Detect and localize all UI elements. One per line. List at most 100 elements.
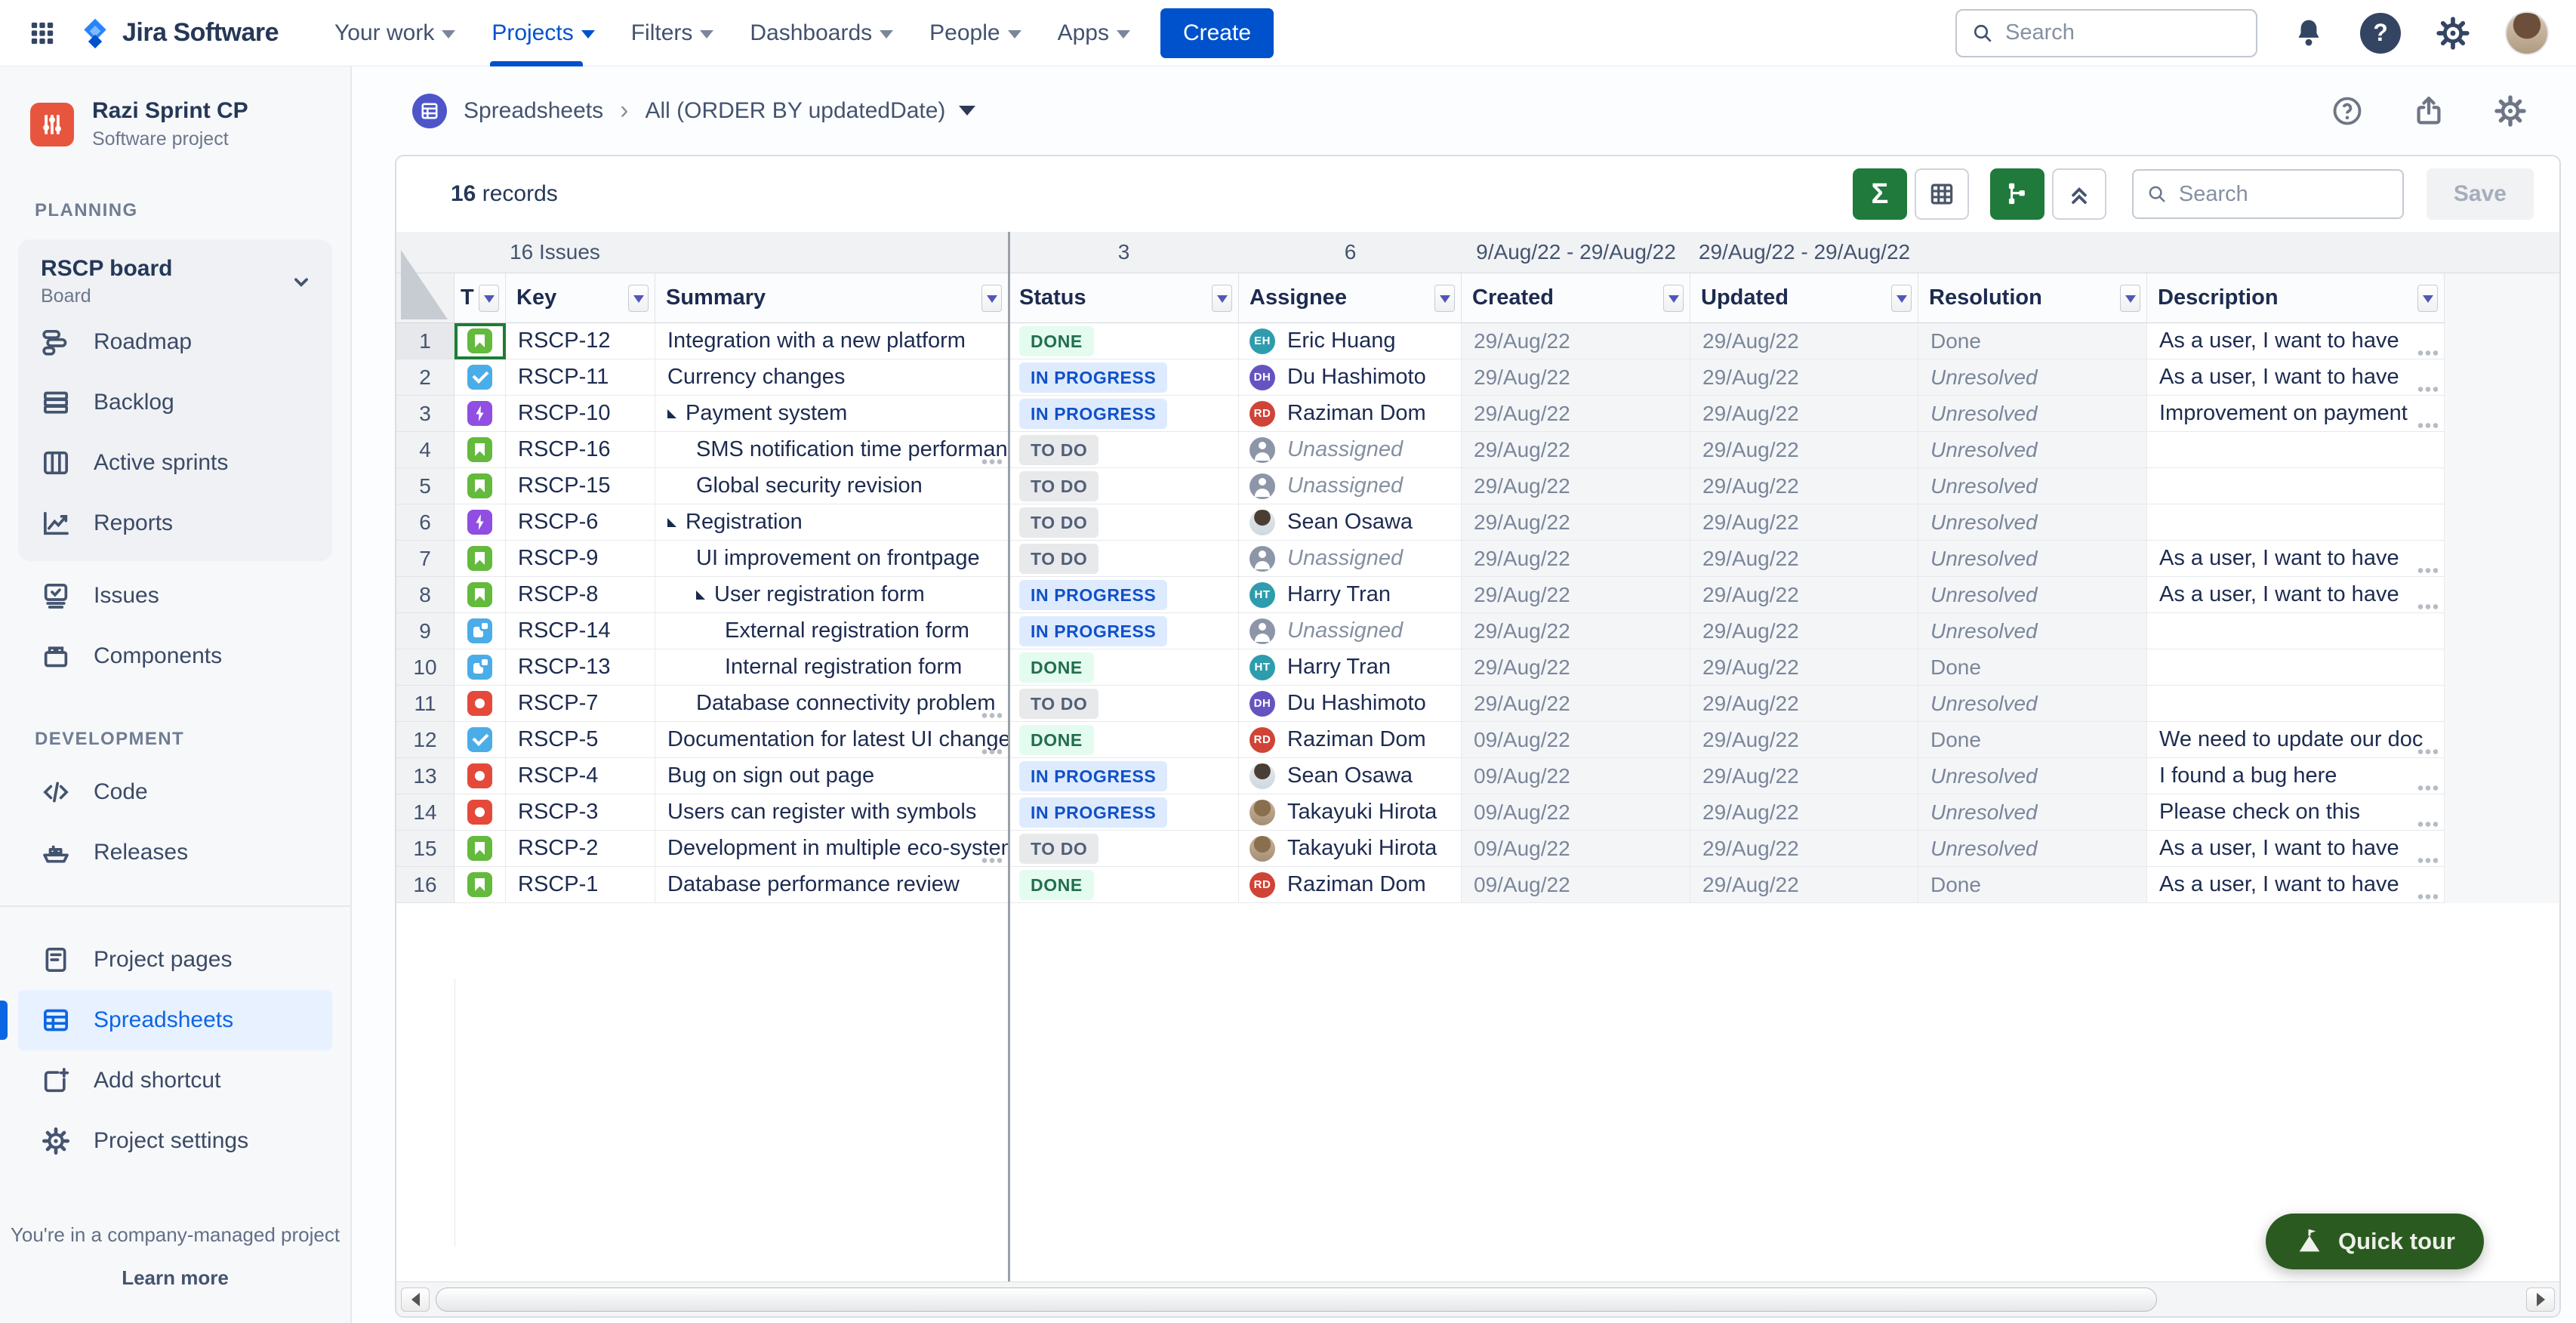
status-cell[interactable]: DONE [1009,722,1239,758]
created-cell[interactable]: 09/Aug/22 [1462,722,1690,758]
collapse-caret-icon[interactable] [667,409,676,418]
row-number-cell[interactable]: 14 [396,794,454,831]
type-cell[interactable] [454,396,506,432]
filter-dropdown-icon[interactable] [981,285,1002,312]
summary-cell[interactable]: UI improvement on frontpage [655,541,1009,577]
key-cell[interactable]: RSCP-3 [506,794,655,831]
description-cell[interactable]: As a user, I want to have [2147,577,2445,613]
status-cell[interactable]: DONE [1009,323,1239,359]
description-cell[interactable]: As a user, I want to have [2147,359,2445,396]
sheet-settings-gear-icon[interactable] [2493,94,2528,128]
status-cell[interactable]: IN PROGRESS [1009,359,1239,396]
sheet-search-input[interactable] [2179,182,2390,207]
status-cell[interactable]: IN PROGRESS [1009,577,1239,613]
save-button[interactable]: Save [2427,168,2534,220]
sidebar-item-active-sprints[interactable]: Active sprints [18,433,332,493]
frozen-pane-divider[interactable] [1008,232,1010,1281]
summary-cell[interactable]: Bug on sign out page [655,758,1009,794]
filter-dropdown-icon[interactable] [479,285,499,312]
summary-cell[interactable]: Documentation for latest UI changes [655,722,1009,758]
sidebar-item-project-pages[interactable]: Project pages [18,930,332,990]
resolution-cell[interactable]: Unresolved [1918,432,2147,468]
assignee-cell[interactable]: Sean Osawa [1239,504,1462,541]
collapse-all-button[interactable] [2052,168,2106,220]
description-cell[interactable] [2147,613,2445,649]
summary-cell[interactable]: Currency changes [655,359,1009,396]
board-switcher[interactable]: RSCP board Board [18,256,332,312]
summary-cell[interactable]: Registration [655,504,1009,541]
breadcrumb-current[interactable]: All (ORDER BY updatedDate) [645,98,945,124]
created-cell[interactable]: 29/Aug/22 [1462,686,1690,722]
key-cell[interactable]: RSCP-1 [506,867,655,903]
global-search-input[interactable] [2005,20,2242,45]
created-cell[interactable]: 29/Aug/22 [1462,396,1690,432]
key-cell[interactable]: RSCP-4 [506,758,655,794]
sidebar-item-spreadsheets[interactable]: Spreadsheets [18,990,332,1050]
assignee-cell[interactable]: EHEric Huang [1239,323,1462,359]
help-circle-icon[interactable] [2330,94,2365,128]
sidebar-item-project-settings[interactable]: Project settings [18,1111,332,1171]
app-switcher-icon[interactable] [27,18,57,48]
summary-cell[interactable]: Users can register with symbols [655,794,1009,831]
sidebar-item-components[interactable]: Components [18,626,332,686]
created-cell[interactable]: 29/Aug/22 [1462,432,1690,468]
row-number-cell[interactable]: 11 [396,686,454,722]
status-cell[interactable]: TO DO [1009,831,1239,867]
created-cell[interactable]: 09/Aug/22 [1462,758,1690,794]
row-number-cell[interactable]: 9 [396,613,454,649]
assignee-cell[interactable]: DHDu Hashimoto [1239,359,1462,396]
user-avatar[interactable] [2505,11,2549,55]
description-cell[interactable]: Improvement on payment [2147,396,2445,432]
key-cell[interactable]: RSCP-8 [506,577,655,613]
updated-cell[interactable]: 29/Aug/22 [1690,722,1918,758]
key-cell[interactable]: RSCP-13 [506,649,655,686]
type-cell[interactable] [454,504,506,541]
type-cell[interactable] [454,541,506,577]
description-cell[interactable]: Please check on this [2147,794,2445,831]
assignee-cell[interactable]: HTHarry Tran [1239,649,1462,686]
resolution-cell[interactable]: Done [1918,323,2147,359]
description-cell[interactable]: As a user, I want to have [2147,541,2445,577]
description-cell[interactable] [2147,432,2445,468]
assignee-cell[interactable]: DHDu Hashimoto [1239,686,1462,722]
description-cell[interactable]: As a user, I want to have [2147,831,2445,867]
nav-item-apps[interactable]: Apps [1040,0,1148,66]
key-cell[interactable]: RSCP-7 [506,686,655,722]
sum-formula-button[interactable]: Σ [1853,168,1907,220]
resolution-cell[interactable]: Unresolved [1918,504,2147,541]
resolution-cell[interactable]: Unresolved [1918,396,2147,432]
share-export-icon[interactable] [2411,94,2446,128]
status-cell[interactable]: TO DO [1009,504,1239,541]
settings-gear-icon[interactable] [2436,16,2470,51]
created-cell[interactable]: 29/Aug/22 [1462,577,1690,613]
updated-cell[interactable]: 29/Aug/22 [1690,649,1918,686]
assignee-cell[interactable]: HTHarry Tran [1239,577,1462,613]
column-header-summary[interactable]: Summary [655,273,1009,323]
column-header-assignee[interactable]: Assignee [1239,273,1462,323]
updated-cell[interactable]: 29/Aug/22 [1690,577,1918,613]
grid-view-button[interactable] [1915,168,1969,220]
type-cell[interactable] [454,432,506,468]
assignee-cell[interactable]: Unassigned [1239,432,1462,468]
type-cell[interactable] [454,359,506,396]
key-cell[interactable]: RSCP-2 [506,831,655,867]
description-cell[interactable]: We need to update our doc [2147,722,2445,758]
type-cell[interactable] [454,831,506,867]
key-cell[interactable]: RSCP-5 [506,722,655,758]
key-cell[interactable]: RSCP-11 [506,359,655,396]
type-cell[interactable] [454,758,506,794]
summary-cell[interactable]: Database performance review [655,867,1009,903]
description-cell[interactable] [2147,649,2445,686]
summary-cell[interactable]: Payment system [655,396,1009,432]
filter-dropdown-icon[interactable] [1434,285,1455,312]
key-cell[interactable]: RSCP-6 [506,504,655,541]
horizontal-scrollbar[interactable] [396,1281,2559,1316]
row-number-cell[interactable]: 2 [396,359,454,396]
type-cell[interactable] [454,613,506,649]
filter-dropdown-icon[interactable] [2120,285,2140,312]
summary-cell[interactable]: Development in multiple eco-system [655,831,1009,867]
breadcrumb-root[interactable]: Spreadsheets [464,98,603,124]
sidebar-item-roadmap[interactable]: Roadmap [18,312,332,372]
row-number-cell[interactable]: 15 [396,831,454,867]
scroll-right-arrow[interactable] [2526,1288,2555,1312]
